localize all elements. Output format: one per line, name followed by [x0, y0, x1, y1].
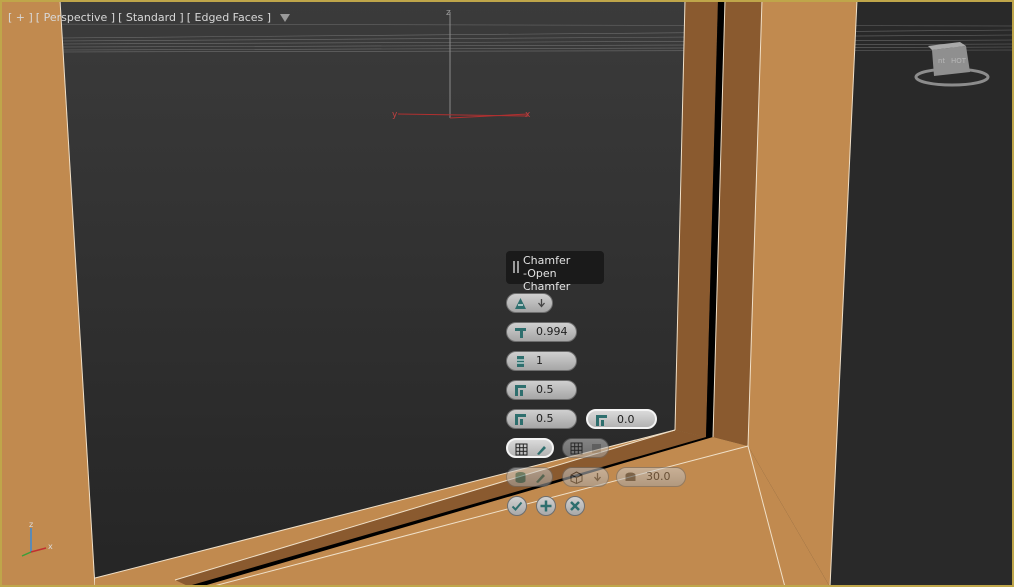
cube-icon [570, 471, 583, 484]
dropdown-arrow-icon [538, 299, 545, 308]
axis-label-z: z [446, 8, 451, 18]
axis-tripod-gizmo: z x [14, 520, 64, 560]
threshold-value: 30.0 [646, 470, 671, 483]
chamfer-caddy-title[interactable]: Chamfer -Open Chamfer [506, 251, 604, 293]
axis-label-x: x [525, 110, 531, 120]
threshold-icon [625, 472, 636, 481]
smooth-toggle[interactable] [562, 438, 609, 458]
chamfer-depth-field[interactable]: 0.5 [506, 409, 577, 429]
apply-continue-button[interactable] [536, 496, 556, 516]
viewport-label-menu[interactable]: [ + ][ Perspective ][ Standard ][ Edged … [8, 11, 293, 24]
gizmo-label-x: x [48, 542, 53, 551]
tension-value: 0.5 [536, 383, 554, 396]
segments-value: 1 [536, 354, 543, 367]
caddy-title-line2: -Open Chamfer [523, 267, 571, 293]
amount-icon [515, 328, 526, 338]
plus-icon [540, 500, 552, 512]
pencil-icon [536, 474, 545, 483]
viewport-shading-menu[interactable]: [ Standard ] [118, 11, 184, 24]
viewport-display-menu[interactable]: [ Edged Faces ] [187, 11, 271, 24]
viewport-point-of-view-menu[interactable]: [ Perspective ] [36, 11, 115, 24]
checkmark-icon [511, 501, 523, 511]
amount-value: 0.994 [536, 325, 568, 338]
cylinder-icon [515, 472, 526, 483]
tension-icon [515, 385, 526, 396]
svg-text:HOT: HOT [951, 57, 967, 65]
depth-icon [515, 414, 526, 425]
end-bias-toggle[interactable] [506, 438, 554, 458]
svg-text:nt: nt [938, 57, 945, 65]
swatch-icon [592, 444, 601, 453]
viewport-filter-icon[interactable] [280, 14, 291, 22]
segments-icon [517, 356, 524, 367]
caddy-title-line1: Chamfer [523, 254, 571, 267]
pencil-icon [537, 446, 546, 455]
chamfer-tension-field[interactable]: 0.5 [506, 380, 577, 400]
axis-tripod-lines [21, 528, 47, 557]
chamfer-amount-field[interactable]: 0.994 [506, 322, 577, 342]
viewport-plus-menu[interactable]: [ + ] [8, 11, 33, 24]
smooth-type-toggle[interactable] [506, 467, 553, 487]
chamfer-width-field[interactable]: 0.0 [586, 409, 657, 429]
background-wall [830, 0, 1014, 587]
close-icon [570, 501, 580, 511]
chamfer-segments-field[interactable]: 1 [506, 351, 577, 371]
ok-button[interactable] [507, 496, 527, 516]
width-icon [596, 415, 607, 426]
caddy-drag-handle-icon[interactable] [513, 261, 519, 273]
smooth-to-dropdown[interactable] [562, 467, 609, 487]
axis-label-y: y [392, 110, 398, 120]
viewport-scene[interactable]: z y x nt HOT [0, 0, 1014, 587]
width-value: 0.0 [617, 413, 635, 426]
cancel-button[interactable] [565, 496, 585, 516]
chamfer-type-dropdown[interactable] [506, 293, 553, 313]
chamfer-type-icon [515, 298, 526, 309]
perspective-viewport[interactable]: z y x nt HOT [ + ][ Perspective ][ Stand… [0, 0, 1014, 587]
grid-icon [515, 443, 528, 456]
depth-value: 0.5 [536, 412, 554, 425]
dropdown-arrow-icon [594, 473, 601, 482]
gizmo-label-z: z [29, 520, 34, 529]
smooth-threshold-field[interactable]: 30.0 [616, 467, 686, 487]
grid-smooth-icon [570, 442, 583, 455]
